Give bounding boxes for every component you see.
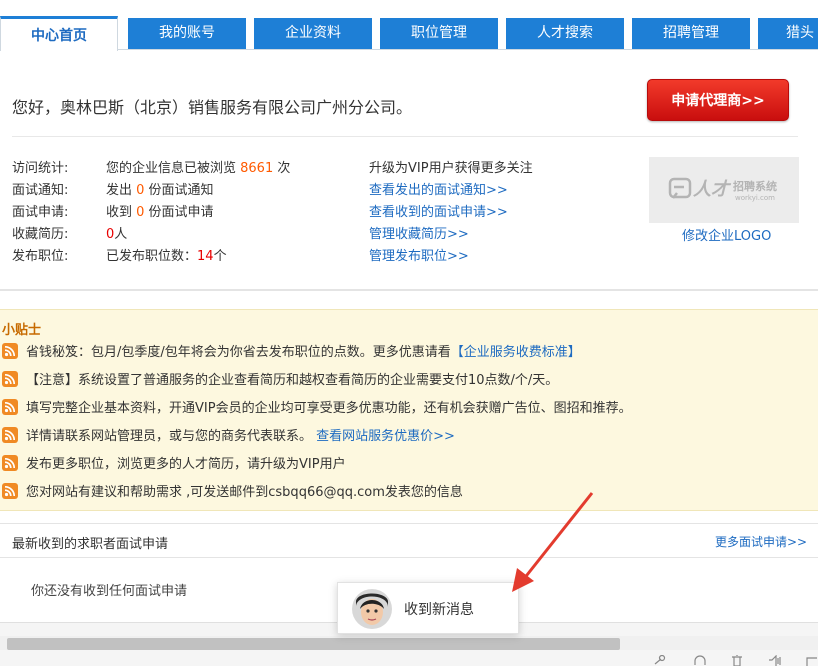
rss-icon: [2, 483, 18, 499]
trash-icon[interactable]: [730, 655, 744, 666]
stat-suffix: 个: [213, 249, 227, 264]
tip-item: 您对网站有建议和帮助需求 ,可发送邮件到csbqq66@qq.com发表您的信息: [2, 483, 463, 503]
tip-text: 您对网站有建议和帮助需求 ,可发送邮件到csbqq66@qq.com发表您的信息: [26, 485, 463, 500]
manage-posts-link[interactable]: 管理发布职位>>: [369, 246, 469, 268]
applications-header: 最新收到的求职者面试申请 更多面试申请>>: [0, 523, 818, 558]
applications-title: 最新收到的求职者面试申请: [12, 537, 169, 552]
empty-state: 你还没有收到任何面试申请: [31, 584, 188, 599]
view-sent-notices-link[interactable]: 查看发出的面试通知>>: [369, 180, 508, 202]
tip-item: 【注意】系统设置了普通服务的企业查看简历和越权查看简历的企业需要支付10点数/个…: [2, 371, 558, 391]
stat-label: 访问统计:: [12, 161, 69, 176]
page: 中心首页 我的账号 企业资料 职位管理 人才搜索 招聘管理 猎头 您好，奥林巴斯…: [0, 0, 818, 666]
manage-favorites-link[interactable]: 管理收藏简历>>: [369, 224, 469, 246]
logo-sub-text: 招聘系统: [733, 179, 777, 193]
divider: [12, 136, 798, 137]
stat-label: 面试申请:: [12, 205, 69, 220]
view-received-applications-link[interactable]: 查看收到的面试申请>>: [369, 202, 508, 224]
stat-suffix: 份面试通知: [144, 183, 214, 198]
stat-label: 面试通知:: [12, 183, 69, 198]
tip-item: 省钱秘笈：包月/包季度/包年将会为你省去发布职位的点数。更多优惠请看【企业服务收…: [2, 343, 581, 363]
tab-my-account[interactable]: 我的账号: [128, 18, 246, 49]
avatar: [352, 589, 392, 629]
tips-title: 小贴士: [2, 323, 42, 338]
tips-panel: 小贴士 省钱秘笈：包月/包季度/包年将会为你省去发布职位的点数。更多优惠请看【企…: [0, 309, 818, 511]
tab-talent-search[interactable]: 人才搜索: [506, 18, 624, 49]
tab-headhunter[interactable]: 猎头: [758, 18, 818, 49]
stat-prefix: 发出: [106, 183, 137, 198]
section-divider: [0, 289, 818, 291]
tab-recruitment[interactable]: 招聘管理: [632, 18, 750, 49]
stat-label: 收藏简历:: [12, 227, 69, 242]
rss-icon: [2, 455, 18, 471]
stat-suffix: 份面试申请: [144, 205, 214, 220]
volume-icon[interactable]: [768, 655, 782, 666]
logo-domain-text: workyi.com: [735, 194, 775, 202]
rss-icon: [2, 371, 18, 387]
stat-label: 发布职位:: [12, 249, 69, 264]
service-discount-link[interactable]: 查看网站服务优惠价>>: [316, 429, 455, 444]
scrollbar-thumb[interactable]: [7, 638, 620, 650]
vip-hint: 升级为VIP用户获得更多关注: [369, 161, 533, 176]
logo-main-text: 人才: [693, 179, 732, 200]
edit-logo-link[interactable]: 修改企业LOGO: [682, 225, 771, 244]
tip-text: 详情请联系网站管理员，或与您的商务代表联系。: [26, 429, 317, 444]
tab-company-profile[interactable]: 企业资料: [254, 18, 372, 49]
headset-icon[interactable]: [693, 655, 707, 666]
logo-image: 人才 招聘系统 workyi.com: [668, 177, 777, 202]
tip-text: 【注意】系统设置了普通服务的企业查看简历和越权查看简历的企业需要支付10点数/个…: [26, 373, 559, 388]
tab-home[interactable]: 中心首页: [0, 16, 118, 51]
visit-count: 8661: [240, 161, 274, 176]
tip-item: 发布更多职位，浏览更多的人才简历，请升级为VIP用户: [2, 455, 346, 475]
more-applications-link[interactable]: 更多面试申请>>: [715, 533, 807, 550]
company-logo: 人才 招聘系统 workyi.com: [649, 157, 799, 223]
stat-prefix: 已发布职位数：: [106, 249, 198, 264]
top-nav: 中心首页 我的账号 企业资料 职位管理 人才搜索 招聘管理 猎头: [0, 0, 818, 51]
stat-prefix: 收到: [106, 205, 137, 220]
service-fee-link[interactable]: 【企业服务收费标准】: [451, 345, 581, 360]
rss-icon: [2, 399, 18, 415]
tip-item: 详情请联系网站管理员，或与您的商务代表联系。 查看网站服务优惠价>>: [2, 427, 455, 447]
posted-count: 14: [197, 249, 214, 264]
tip-text: 省钱秘笈：包月/包季度/包年将会为你省去发布职位的点数。更多优惠请看: [26, 345, 451, 360]
stat-prefix: 您的企业信息已被浏览: [106, 161, 241, 176]
stat-suffix: 次: [273, 161, 291, 176]
share-icon[interactable]: [652, 655, 666, 666]
new-message-notification[interactable]: 收到新消息: [337, 582, 519, 634]
tip-item: 填写完整企业基本资料，开通VIP会员的企业均可享受更多优惠功能，还有机会获赠广告…: [2, 399, 632, 419]
tip-text: 填写完整企业基本资料，开通VIP会员的企业均可享受更多优惠功能，还有机会获赠广告…: [26, 401, 632, 416]
apply-agent-button[interactable]: 申请代理商>>: [647, 79, 789, 121]
rss-icon: [2, 427, 18, 443]
notification-text: 收到新消息: [404, 602, 474, 618]
welcome-text: 您好，奥林巴斯（北京）销售服务有限公司广州分公司。: [12, 98, 413, 117]
tab-job-management[interactable]: 职位管理: [380, 18, 498, 49]
tip-text: 发布更多职位，浏览更多的人才简历，请升级为VIP用户: [26, 457, 346, 472]
rss-icon: [2, 343, 18, 359]
stat-suffix: 人: [114, 227, 128, 242]
window-icon[interactable]: [805, 655, 818, 666]
